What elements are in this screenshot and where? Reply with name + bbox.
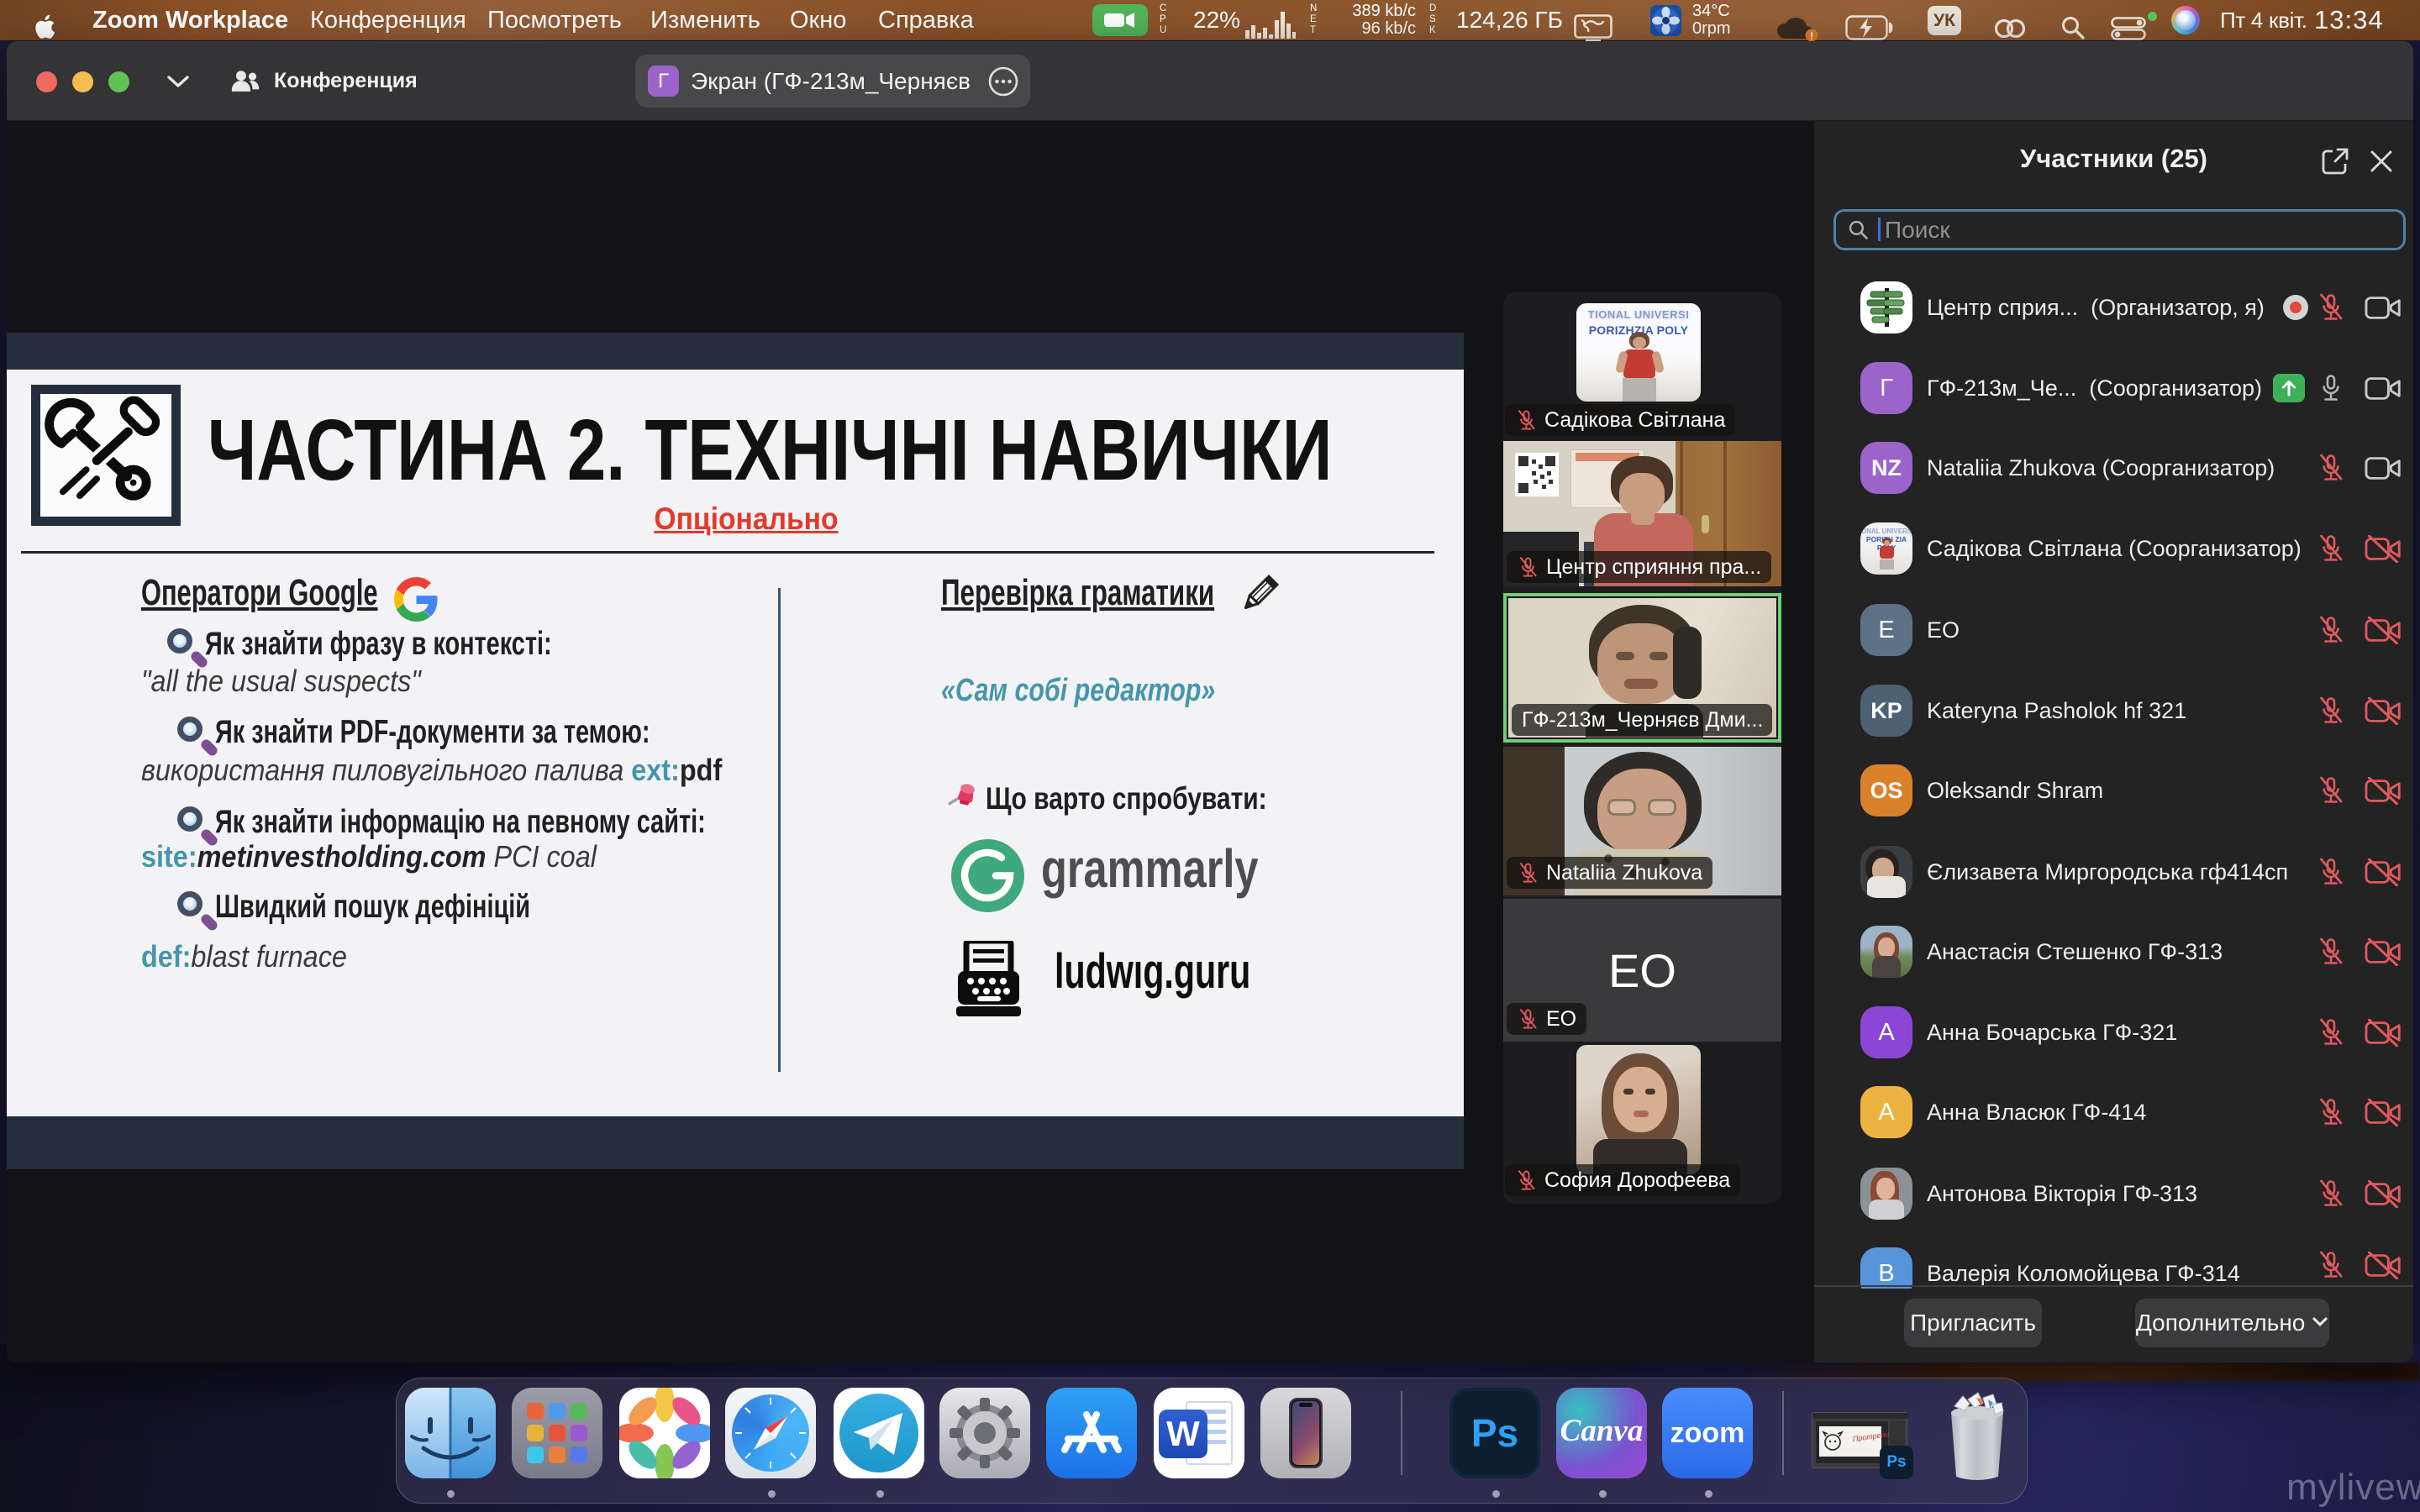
svg-text:!: !	[1810, 30, 1813, 42]
